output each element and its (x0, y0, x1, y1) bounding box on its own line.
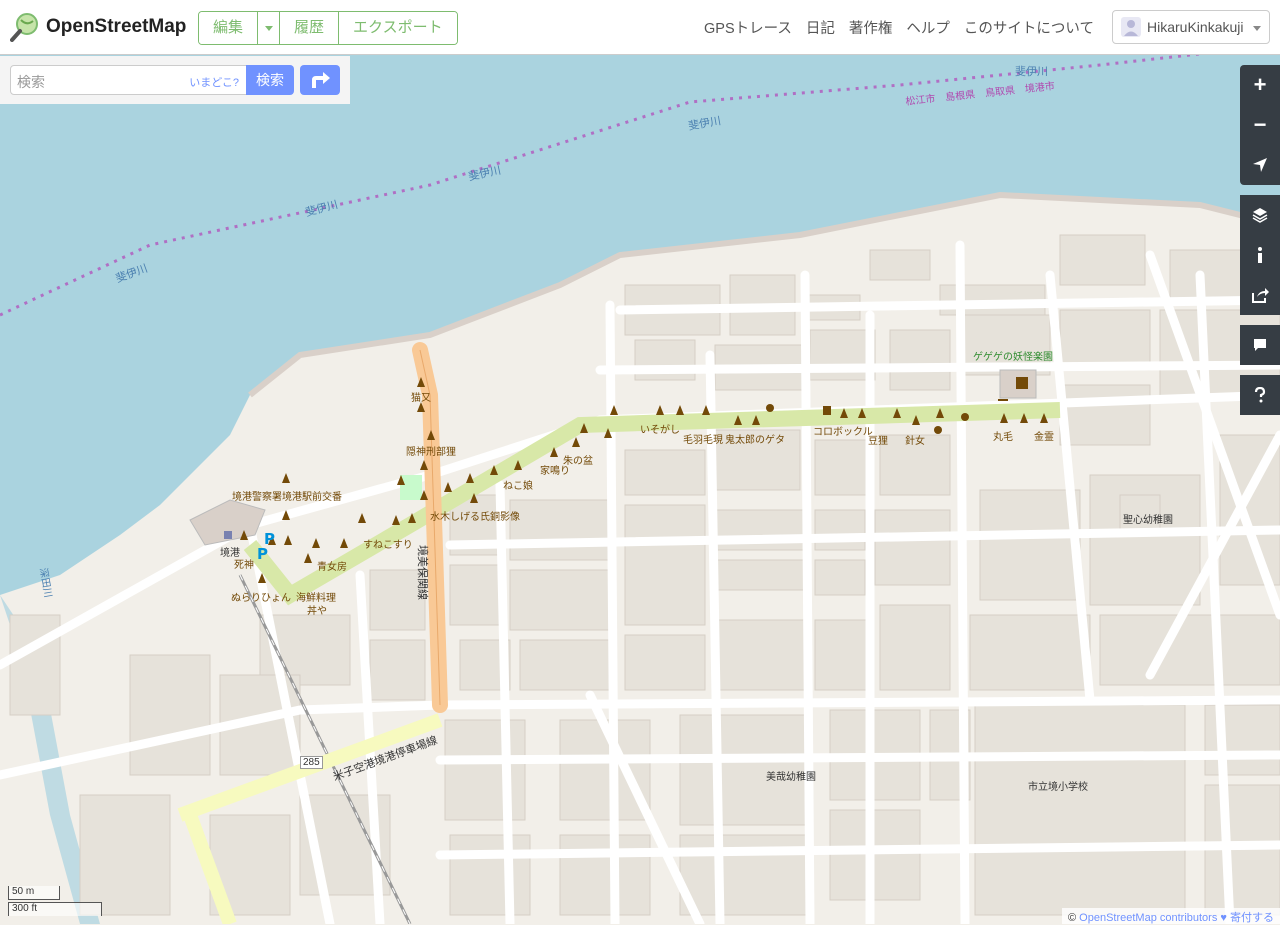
poi-label: 金霊 (1034, 432, 1054, 443)
river-label: 斐伊川 (304, 198, 340, 220)
poi-label: コロボックル (813, 427, 873, 438)
poi-label: 猫又 (411, 393, 431, 404)
route-shield: 285 (300, 756, 323, 769)
edit-button-group: 編集 履歴 エクスポート (198, 11, 458, 45)
poi-label: すねこすり (363, 540, 413, 551)
add-note-button[interactable] (1240, 325, 1280, 365)
info-button[interactable] (1240, 235, 1280, 275)
park-label: ゲゲゲの妖怪楽園 (973, 352, 1053, 363)
info-icon (1258, 247, 1262, 263)
river-label: 斐伊川 (114, 262, 150, 286)
poi-label: 青女房 (317, 562, 347, 573)
note-controls (1240, 325, 1280, 365)
poi-label: 丸毛 (993, 432, 1013, 443)
edit-dropdown-button[interactable] (258, 12, 281, 44)
kindergarten-label: 美哉幼稚園 (766, 772, 816, 783)
scale-bar-imperial: 300 ft (8, 902, 102, 916)
donate-link[interactable]: ♥ 寄付する (1220, 912, 1274, 924)
caret-down-icon (1253, 26, 1261, 31)
river-label: 深田川 (37, 567, 54, 599)
export-button[interactable]: エクスポート (339, 12, 457, 44)
osm-logo[interactable]: OpenStreetMap (10, 12, 186, 42)
share-button[interactable] (1240, 275, 1280, 315)
where-am-i-link[interactable]: いまどこ? (189, 74, 239, 90)
query-features-button[interactable] (1240, 375, 1280, 415)
layers-icon (1252, 208, 1268, 223)
boundary-label: 松江市 島根県 鳥取県 境港市 (905, 81, 1056, 108)
comment-icon (1254, 339, 1266, 351)
poi-label: ねこ娘 (503, 481, 533, 492)
edit-button[interactable]: 編集 (199, 12, 259, 44)
poi-label: 毛羽毛現 (683, 435, 723, 446)
layers-button[interactable] (1240, 195, 1280, 235)
road-label: 米子空港境港停車場線 (331, 734, 440, 784)
nav-gps-traces[interactable]: GPSトレース (704, 17, 792, 38)
poi-label: いそがし (640, 425, 680, 436)
header: OpenStreetMap 編集 履歴 エクスポート GPSトレース 日記 著作… (0, 0, 1280, 55)
search-bar: 検索 いまどこ? 検索 (0, 56, 350, 104)
nav-diary[interactable]: 日記 (806, 17, 835, 38)
avatar-icon (1121, 17, 1141, 37)
secondary-nav: GPSトレース 日記 著作権 ヘルプ このサイトについて (704, 0, 1094, 55)
zoom-out-button[interactable]: − (1240, 105, 1280, 145)
directions-icon (312, 72, 330, 88)
layer-controls (1240, 195, 1280, 315)
question-icon (1254, 387, 1266, 403)
school-label: 市立境小学校 (1028, 782, 1088, 793)
site-title: OpenStreetMap (46, 16, 187, 37)
road-label: 境美保関線 (416, 545, 428, 600)
magnifier-logo-icon (10, 13, 38, 42)
poi-label: 豆狸 (868, 436, 888, 447)
locate-button[interactable] (1240, 145, 1280, 185)
poi-label: ぬらりひょん (231, 593, 291, 604)
map-canvas[interactable]: P P 斐伊川 斐伊川 斐伊川 斐伊川 斐伊川 深田川 松江市 島根県 鳥取県 … (0, 55, 1280, 924)
kindergarten-label: 聖心幼稚園 (1123, 515, 1173, 526)
search-input[interactable]: 検索 いまどこ? (10, 65, 247, 95)
nav-copyright[interactable]: 著作権 (849, 17, 893, 38)
nav-help[interactable]: ヘルプ (906, 17, 950, 38)
directions-button[interactable] (300, 65, 340, 95)
query-controls (1240, 375, 1280, 415)
river-label: 斐伊川 (1015, 66, 1048, 78)
search-placeholder: 検索 (17, 74, 45, 90)
username: HikaruKinkakuji (1147, 19, 1244, 35)
search-button[interactable]: 検索 (246, 65, 294, 95)
caret-down-icon (264, 25, 273, 31)
police-label: 境港警察署境港駅前交番 (232, 492, 342, 503)
river-label: 斐伊川 (687, 115, 722, 133)
attribution: © OpenStreetMap contributors ♥ 寄付する (1061, 908, 1280, 924)
history-button[interactable]: 履歴 (280, 12, 340, 44)
user-menu[interactable]: HikaruKinkakuji (1112, 10, 1270, 44)
poi-label: 針女 (905, 436, 925, 447)
poi-label: 隠神刑部狸 (406, 447, 456, 458)
river-label: 斐伊川 (467, 164, 503, 184)
poi-label: 丼や (307, 606, 327, 617)
scale-bar-metric: 50 m (8, 886, 60, 900)
poi-label: 死神 (234, 560, 254, 571)
poi-label: 水木しげる氏銅影像 (430, 512, 520, 523)
attribution-link[interactable]: OpenStreetMap contributors (1079, 912, 1217, 924)
zoom-in-button[interactable]: + (1240, 65, 1280, 105)
map-labels: 斐伊川 斐伊川 斐伊川 斐伊川 斐伊川 深田川 松江市 島根県 鳥取県 境港市 … (0, 55, 1280, 924)
poi-label: 朱の盆 (563, 456, 593, 467)
share-icon (1252, 288, 1269, 303)
zoom-controls: + − (1240, 65, 1280, 185)
nav-about[interactable]: このサイトについて (964, 17, 1094, 38)
locate-arrow-icon (1253, 158, 1267, 172)
poi-label: 鬼太郎のゲタ (725, 435, 785, 446)
